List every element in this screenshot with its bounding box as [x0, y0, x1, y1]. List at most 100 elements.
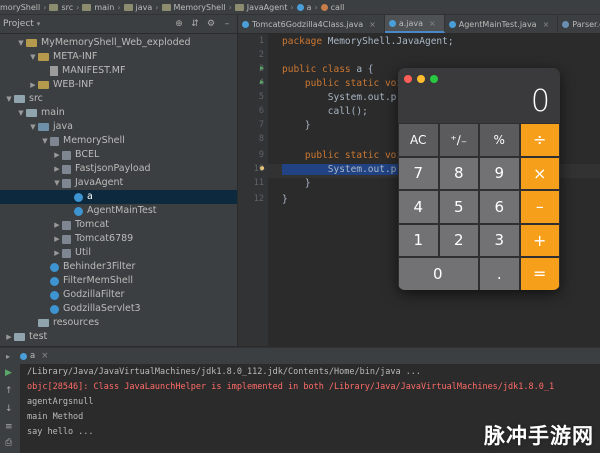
tree-item[interactable]: resources: [0, 316, 237, 330]
tab-agentmaintest[interactable]: AgentMainTest.java ×: [445, 15, 559, 33]
project-panel-title[interactable]: Project: [3, 19, 34, 29]
tree-item[interactable]: ▼ JavaAgent: [0, 176, 237, 190]
chevron-down-icon[interactable]: ▼: [16, 36, 26, 50]
print-icon[interactable]: ⎙: [5, 438, 12, 448]
chevron-right-icon[interactable]: ▶: [52, 218, 62, 232]
chevron-down-icon[interactable]: ▼: [40, 134, 50, 148]
add-button[interactable]: +: [519, 223, 560, 257]
chevron-right-icon[interactable]: ▶: [52, 148, 62, 162]
gear-icon[interactable]: ⚙: [205, 18, 217, 30]
run-icon[interactable]: ▶: [260, 78, 264, 86]
breadcrumb-class[interactable]: a: [307, 3, 312, 12]
digit-0-button[interactable]: 0: [398, 257, 479, 290]
percent-button[interactable]: %: [479, 123, 520, 157]
tree-item[interactable]: MANIFEST.MF: [0, 64, 237, 78]
digit-3-button[interactable]: 3: [479, 223, 520, 257]
tree-item[interactable]: ▶ BCEL: [0, 148, 237, 162]
minimize-window-button[interactable]: [417, 75, 425, 83]
tree-item[interactable]: ▶ FastjsonPayload: [0, 162, 237, 176]
line-number: 12: [253, 194, 264, 204]
digit-8-button[interactable]: 8: [438, 156, 479, 190]
breadcrumb-memoryshell[interactable]: MemoryShell: [174, 3, 226, 12]
minimize-icon[interactable]: –: [221, 18, 233, 30]
digit-4-button[interactable]: 4: [398, 190, 439, 224]
breadcrumb-javaagent[interactable]: JavaAgent: [247, 3, 288, 12]
tree-item[interactable]: ▼ MyMemoryShell_Web_exploded: [0, 36, 237, 50]
tree-item[interactable]: GodzillaServlet3: [0, 302, 237, 316]
project-panel-header: Project ▾ ⊕ ⇵ ⚙ –: [0, 15, 237, 33]
tree-item[interactable]: GodzillaFilter: [0, 288, 237, 302]
chevron-right-icon[interactable]: ▶: [52, 162, 62, 176]
close-icon[interactable]: ×: [543, 20, 550, 29]
wrap-icon[interactable]: ≡: [5, 422, 13, 432]
subtract-button[interactable]: –: [519, 190, 560, 224]
digit-6-button[interactable]: 6: [479, 190, 520, 224]
tree-item[interactable]: ▼ java: [0, 120, 237, 134]
collapse-icon[interactable]: ⇵: [189, 18, 201, 30]
divide-button[interactable]: ÷: [519, 123, 560, 157]
tree-item-label: GodzillaFilter: [63, 289, 125, 300]
tab-label: AgentMainTest.java: [458, 19, 537, 29]
clear-button[interactable]: AC: [398, 123, 439, 157]
tree-item[interactable]: ▶ Tomcat6789: [0, 232, 237, 246]
tab-parser-class[interactable]: Parser.class×: [558, 15, 600, 33]
digit-1-button[interactable]: 1: [398, 223, 439, 257]
tree-item-label: AgentMainTest: [87, 205, 157, 216]
digit-9-button[interactable]: 9: [479, 156, 520, 190]
tree-item[interactable]: FilterMemShell: [0, 274, 237, 288]
chevron-right-icon[interactable]: ▶: [4, 330, 14, 344]
chevron-down-icon[interactable]: ▼: [28, 120, 38, 134]
package-icon: [161, 3, 171, 11]
tree-item[interactable]: ▼ META-INF: [0, 50, 237, 64]
tree-item[interactable]: Behinder3Filter: [0, 260, 237, 274]
package-icon: [50, 136, 59, 146]
sign-toggle-button[interactable]: ⁺∕₋: [438, 123, 479, 157]
scroll-up-icon[interactable]: ↑: [5, 386, 13, 396]
chevron-right-icon[interactable]: ▶: [52, 246, 62, 260]
tree-item[interactable]: ▼ main: [0, 106, 237, 120]
breadcrumb-project[interactable]: moryShell: [0, 3, 40, 12]
breadcrumb-main[interactable]: main: [94, 3, 114, 12]
tree-item[interactable]: ▶ Tomcat: [0, 218, 237, 232]
tree-item[interactable]: ▶ WEB-INF: [0, 78, 237, 92]
close-icon[interactable]: ×: [41, 351, 48, 361]
close-icon[interactable]: ×: [429, 19, 436, 28]
run-icon[interactable]: ▶: [260, 64, 264, 72]
tree-item-label: META-INF: [53, 51, 98, 62]
tree-item[interactable]: AgentMainTest: [0, 204, 237, 218]
scroll-down-icon[interactable]: ↓: [5, 404, 13, 414]
tree-item[interactable]: ▶ test: [0, 330, 237, 344]
locate-icon[interactable]: ⊕: [173, 18, 185, 30]
tree-item[interactable]: ▶ Util: [0, 246, 237, 260]
equals-button[interactable]: =: [519, 257, 560, 290]
chevron-down-icon[interactable]: ▼: [52, 176, 62, 190]
chevron-right-icon[interactable]: ▶: [28, 78, 38, 92]
tree-item[interactable]: ▼ src: [0, 92, 237, 106]
close-window-button[interactable]: [404, 75, 412, 83]
class-icon: [448, 20, 456, 28]
chevron-down-icon[interactable]: ▾: [37, 20, 41, 28]
multiply-button[interactable]: ×: [519, 156, 560, 190]
digit-5-button[interactable]: 5: [438, 190, 479, 224]
run-tab[interactable]: a ×: [20, 351, 48, 361]
breadcrumb-src[interactable]: src: [61, 3, 73, 12]
chevron-down-icon[interactable]: ▼: [4, 92, 14, 106]
chevron-down-icon[interactable]: ▼: [28, 50, 38, 64]
tree-item[interactable]: a: [0, 190, 237, 204]
breadcrumb-java[interactable]: java: [136, 3, 153, 12]
breadcrumb-method[interactable]: call: [331, 3, 345, 12]
rerun-icon[interactable]: ▶: [5, 368, 12, 378]
tab-a-java[interactable]: a.java ×: [384, 15, 445, 33]
chevron-down-icon[interactable]: ▼: [16, 106, 26, 120]
bulb-icon[interactable]: ●: [260, 164, 264, 172]
digit-2-button[interactable]: 2: [438, 223, 479, 257]
calculator-window[interactable]: 0 AC ⁺∕₋% ÷ 7 8 9 × 4 5 6– 1 2 3 +0. =: [398, 68, 560, 290]
tree-item[interactable]: ▼ MemoryShell: [0, 134, 237, 148]
tab-tomcat6godzilla4class[interactable]: Tomcat6Godzilla4Class.java ×: [238, 15, 385, 33]
decimal-button[interactable]: .: [479, 257, 520, 290]
close-icon[interactable]: ×: [369, 20, 376, 29]
chevron-right-icon[interactable]: ▶: [52, 232, 62, 246]
digit-7-button[interactable]: 7: [398, 156, 439, 190]
zoom-window-button[interactable]: [430, 75, 438, 83]
tree-item-label: a: [87, 191, 93, 202]
